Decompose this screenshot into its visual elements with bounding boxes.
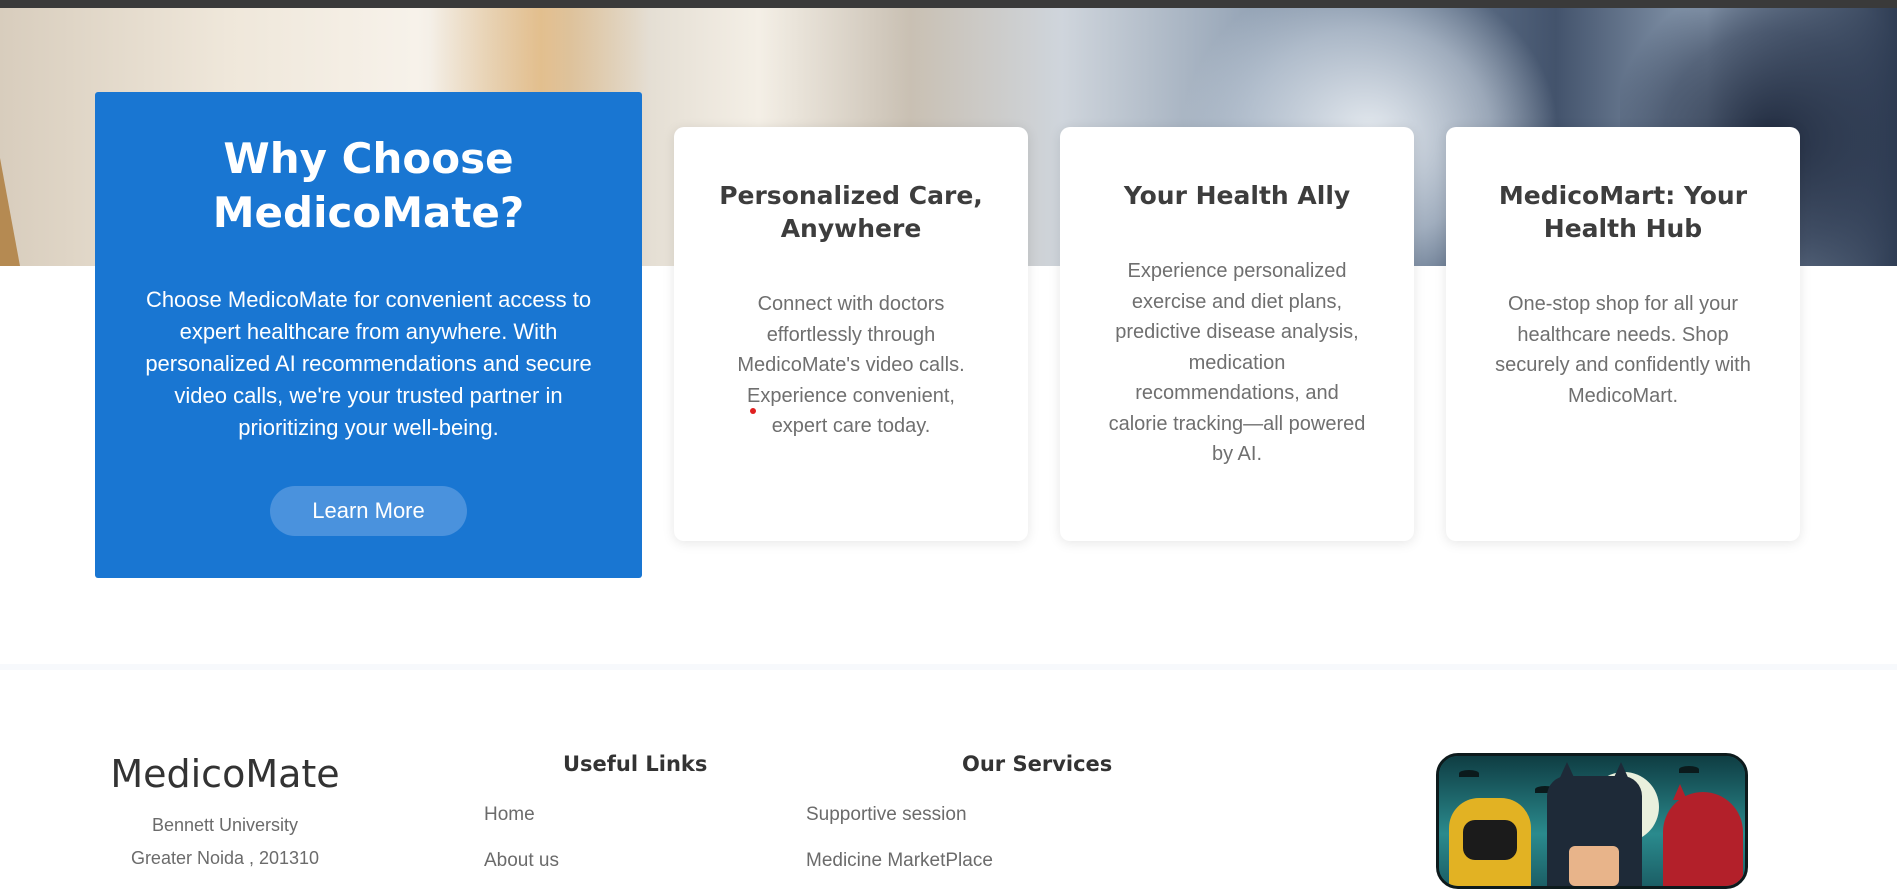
learn-more-button[interactable]: Learn More [270, 486, 467, 536]
feature-card-text: Connect with doctors effortlessly throug… [737, 293, 965, 437]
superhero-poster-image [1436, 753, 1748, 889]
our-services-title: Our Services [962, 752, 1113, 776]
footer-link-home[interactable]: Home [484, 804, 535, 826]
feature-card-personalized-care: Personalized Care, Anywhere Connect with… [674, 127, 1028, 541]
feature-card-title: MedicoMart: Your Health Hub [1498, 181, 1748, 243]
footer-service-medicine-marketplace[interactable]: Medicine MarketPlace [806, 850, 993, 872]
feature-card-text: Experience personalized exercise and die… [1108, 260, 1366, 465]
bat-icon [1679, 766, 1699, 773]
top-bar [0, 0, 1897, 8]
why-choose-text: Choose MedicoMate for convenient access … [145, 287, 592, 440]
why-choose-title: Why Choose MedicoMate? [212, 134, 525, 237]
cursor-dot [750, 408, 756, 414]
feature-card-title: Your Health Ally [1123, 181, 1351, 210]
feature-card-title: Personalized Care, Anywhere [719, 181, 983, 243]
footer-service-supportive-session[interactable]: Supportive session [806, 804, 967, 826]
useful-links-title: Useful Links [563, 752, 708, 776]
feature-card-health-ally: Your Health Ally Experience personalized… [1060, 127, 1414, 541]
footer-brand: MedicoMate [110, 752, 340, 796]
poster-figure-wolverine [1449, 798, 1531, 886]
why-choose-card: Why Choose MedicoMate? Choose MedicoMate… [95, 92, 642, 578]
poster-figure-batman [1547, 762, 1642, 886]
bat-icon [1459, 770, 1479, 777]
poster-figure-daredevil [1663, 784, 1743, 886]
hero-desk-corner [0, 158, 20, 266]
footer-link-about[interactable]: About us [484, 850, 559, 872]
footer-address-line2: Greater Noida , 201310 [130, 848, 320, 868]
feature-card-medicomart: MedicoMart: Your Health Hub One-stop sho… [1446, 127, 1800, 541]
footer-address-line1: Bennett University [151, 815, 299, 835]
feature-card-text: One-stop shop for all your healthcare ne… [1495, 293, 1751, 407]
